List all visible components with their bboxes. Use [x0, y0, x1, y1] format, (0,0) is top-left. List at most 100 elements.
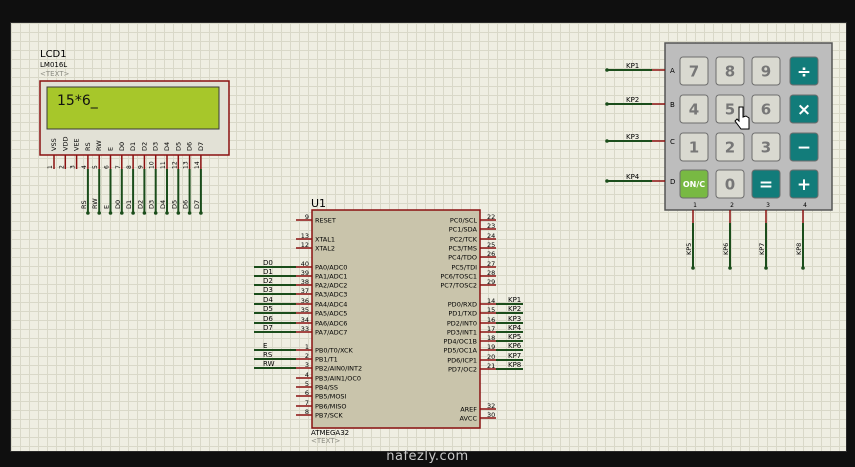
mcu-pin-label: PA7/ADC7	[315, 329, 347, 337]
keypad-col-number: 4	[803, 202, 807, 209]
mcu-pin-number: 33	[301, 325, 309, 333]
keypad-row-net: KP4	[626, 173, 640, 181]
keypad-col-net: KP5	[685, 243, 693, 255]
mcu-pin-number: 30	[487, 411, 495, 419]
lcd-net-label: D0	[114, 200, 122, 209]
keypad-row-net: KP1	[626, 62, 639, 70]
lcd-pin-label: D1	[129, 142, 137, 151]
mcu-net-label: RW	[263, 360, 275, 368]
keypad-row-end	[605, 68, 609, 72]
lcd-name: LCD1	[40, 49, 67, 60]
mcu-net-label: D4	[263, 296, 273, 304]
mcu-name: U1	[311, 197, 326, 210]
lcd-pin-label: E	[107, 147, 115, 151]
schematic-drawing: LCD1 LM016L <TEXT> 15*6_ VSS 1 VDD 2 VEE 3 RS 4…	[39, 42, 833, 445]
mcu-component[interactable]: U1 ATMEGA32 <TEXT> 9 RESET13 XTAL112 XTAL24…	[254, 197, 523, 445]
keypad-col-number: 3	[766, 202, 770, 209]
lcd-net-label: D6	[182, 200, 190, 209]
keypad-row-letter: D	[670, 178, 675, 186]
mcu-pin-number: 25	[487, 241, 495, 249]
mcu-pin-label: PD5/OC1A	[444, 347, 478, 355]
lcd-pin-number: 9	[137, 165, 144, 169]
mcu-pin-number: 24	[487, 232, 495, 240]
mcu-pin-label: PA6/ADC6	[315, 320, 347, 328]
keypad-key-label: ×	[797, 100, 811, 120]
lcd-net-label: RW	[91, 198, 99, 209]
mcu-pin-label: RESET	[315, 217, 336, 225]
mcu-pin-number: 36	[301, 297, 309, 305]
mcu-pin-label: PB4/SS	[315, 384, 338, 392]
mcu-pin-label: PA3/ADC3	[315, 291, 347, 299]
mcu-pin-number: 7	[305, 399, 309, 407]
lcd-pin-number: 2	[58, 165, 65, 169]
keypad-col-net: KP6	[722, 243, 730, 255]
mcu-pin-label: PD6/ICP1	[447, 357, 477, 365]
mcu-text-tag: <TEXT>	[311, 437, 341, 445]
lcd-component[interactable]: LCD1 LM016L <TEXT> 15*6_ VSS 1 VDD 2 VEE 3 RS 4…	[39, 49, 230, 215]
mcu-net-label: KP2	[508, 305, 521, 313]
keypad-row-letter: B	[670, 101, 675, 109]
lcd-pin-number: 6	[104, 165, 111, 169]
mcu-pin-number: 29	[487, 278, 495, 286]
mcu-pin-label: PB3/AIN1/OC0	[315, 375, 361, 383]
mcu-net-label: KP1	[508, 296, 521, 304]
mcu-pin-label: PB0/T0/XCK	[315, 347, 354, 355]
keypad-row-end	[605, 102, 609, 106]
mcu-pin-label: PD0/RXD	[448, 301, 477, 309]
keypad-col-end	[764, 266, 768, 270]
mcu-pin-label: PC3/TMS	[449, 245, 478, 253]
mcu-pin-number: 15	[487, 306, 495, 314]
keypad-col-net: KP7	[758, 243, 766, 255]
lcd-net-end	[86, 211, 90, 215]
lcd-net-end	[108, 211, 113, 215]
keypad-key-label: 0	[725, 175, 735, 193]
mcu-net-label: D3	[263, 286, 273, 294]
mcu-pin-label: PB7/SCK	[315, 412, 343, 420]
mcu-net-label: D2	[263, 277, 273, 285]
keypad-key-label: +	[797, 175, 811, 195]
mcu-pin-label: PC0/SCL	[450, 217, 477, 225]
keypad-key-label: 3	[761, 138, 771, 156]
mcu-net-label: D6	[263, 315, 273, 323]
lcd-net-end	[97, 211, 101, 215]
mcu-pin-number: 27	[487, 260, 495, 268]
mcu-pin-label: PA0/ADC0	[315, 264, 347, 272]
mcu-pin-number: 13	[301, 232, 309, 240]
lcd-model: LM016L	[40, 61, 67, 69]
keypad-col-end	[801, 266, 805, 270]
keypad-col-number: 2	[730, 202, 734, 209]
mcu-pin-label: PA4/ADC4	[315, 301, 347, 309]
lcd-pin-number: 13	[183, 161, 190, 169]
mcu-net-label: RS	[263, 351, 273, 359]
keypad-row-letter: A	[670, 67, 675, 75]
keypad-component[interactable]: 7 8 9 ÷ 4 5 6 × 1 2 3 − ON/C 0 = + KP1 A KP2 B KP3 C KP4 D 1 KP5…	[605, 42, 833, 270]
keypad-row-end	[605, 179, 609, 183]
mcu-net-label: KP7	[508, 352, 521, 360]
mcu-pin-number: 19	[487, 343, 495, 351]
mcu-pin-label: PC5/TDI	[451, 264, 477, 272]
mcu-pin-number: 39	[301, 269, 309, 277]
mcu-net-label: E	[263, 342, 267, 350]
lcd-net-end	[131, 211, 135, 215]
lcd-net-label: D3	[148, 200, 156, 209]
lcd-pin-label: D4	[163, 142, 171, 151]
mcu-pin-number: 3	[305, 361, 309, 369]
lcd-pin-number: 11	[160, 161, 167, 169]
mcu-pin-label: PA1/ADC1	[315, 273, 347, 281]
keypad-key-label: 8	[725, 62, 735, 80]
lcd-pin-label: VSS	[50, 138, 58, 151]
lcd-pin-label: RW	[95, 140, 103, 151]
mcu-net-label: KP5	[508, 333, 521, 341]
keypad-col-number: 1	[693, 202, 697, 209]
schematic-canvas[interactable]: LCD1 LM016L <TEXT> 15*6_ VSS 1 VDD 2 VEE 3 RS 4…	[10, 22, 847, 452]
keypad-key-label: 1	[689, 138, 699, 156]
lcd-net-end	[165, 211, 169, 215]
keypad-key-label: 9	[761, 62, 771, 80]
keypad-col-end	[728, 266, 732, 270]
lcd-pin-label: D3	[152, 142, 160, 151]
watermark-text: nafezly.com	[386, 449, 469, 464]
keypad-col-end	[691, 266, 695, 270]
lcd-display-text: 15*6_	[57, 93, 99, 109]
keypad-row-letter: C	[670, 138, 675, 146]
mcu-pin-number: 2	[305, 352, 309, 360]
